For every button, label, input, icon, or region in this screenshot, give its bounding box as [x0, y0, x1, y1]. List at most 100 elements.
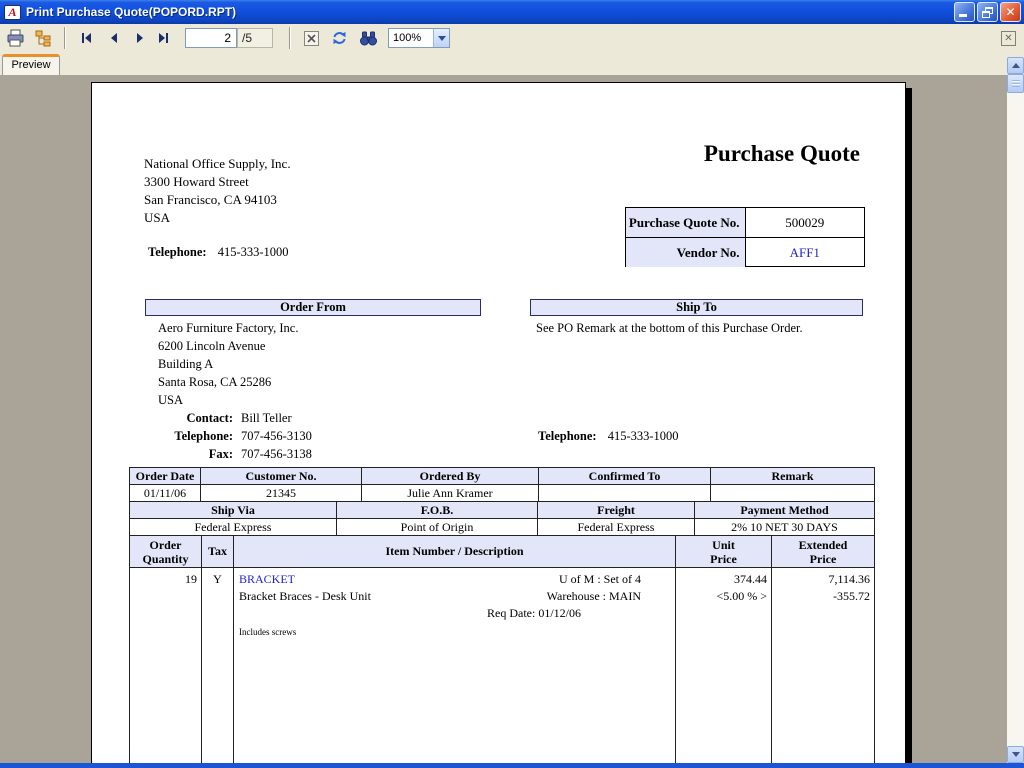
previous-page-button[interactable]	[107, 30, 123, 46]
zoom-combobox[interactable]: 100%	[388, 28, 450, 48]
fob: Point of Origin	[337, 519, 538, 535]
group-tree-icon	[34, 29, 54, 47]
ship-header-row: Ship Via F.O.B. Freight Payment Method	[130, 502, 874, 519]
item-uofm: U of M : Set of 4	[559, 571, 641, 588]
discount-percent: <5.00 % >	[676, 588, 767, 605]
item-comment: Includes screws	[234, 626, 675, 638]
item-extended-price-cell: 7,114.36 -355.72	[772, 568, 874, 763]
app-icon-letter: A	[8, 6, 16, 18]
page-total-label: /5	[237, 28, 273, 48]
close-icon: ✕	[1001, 4, 1020, 21]
toolbar-close-button[interactable]: ✕	[1001, 31, 1016, 46]
restore-button[interactable]	[977, 2, 998, 22]
stop-icon	[304, 31, 319, 46]
quote-number-box: Purchase Quote No. 500029 Vendor No. AFF…	[625, 207, 865, 267]
col-header: Extended Price	[772, 536, 874, 567]
col-header: Confirmed To	[539, 468, 711, 484]
minimize-icon	[959, 14, 967, 17]
previous-page-icon	[107, 30, 123, 46]
order-from-header: Order From	[145, 299, 481, 316]
application-window: A Print Purchase Quote(POPORD.RPT) ✕	[0, 0, 1024, 768]
refresh-button[interactable]	[331, 30, 348, 46]
vendor-phone-row: Telephone:707-456-3130	[92, 427, 522, 445]
report-page: National Office Supply, Inc. 3300 Howard…	[91, 82, 906, 763]
vendor-address: Aero Furniture Factory, Inc. 6200 Lincol…	[158, 319, 298, 409]
extended-price: 7,114.36	[772, 571, 870, 588]
vendor-fax-row: Fax:707-456-3138	[92, 445, 522, 463]
confirmed-to	[539, 485, 711, 501]
col-header: Item Number / Description	[234, 536, 676, 567]
freight: Federal Express	[538, 519, 695, 535]
minimize-button[interactable]	[954, 2, 975, 22]
vertical-scrollbar[interactable]	[1007, 57, 1024, 763]
order-values-row: 01/11/06 21345 Julie Ann Kramer	[130, 485, 874, 502]
vendor-street: 6200 Lincoln Avenue	[158, 337, 298, 355]
contact-row: Contact:Bill Teller	[92, 409, 522, 427]
item-number-link[interactable]: BRACKET	[239, 571, 295, 588]
app-icon: A	[4, 5, 21, 20]
col-header: Order Date	[130, 468, 201, 484]
tab-preview[interactable]: Preview	[2, 54, 60, 75]
scroll-up-button[interactable]	[1007, 57, 1024, 74]
item-warehouse: Warehouse : MAIN	[547, 588, 641, 605]
scroll-down-button[interactable]	[1007, 746, 1024, 763]
last-page-button[interactable]	[155, 30, 171, 46]
toolbar: /5 100%	[0, 24, 1024, 52]
vendor-number-label: Vendor No.	[626, 238, 746, 267]
print-button[interactable]	[6, 29, 26, 47]
phone-label: Telephone:	[538, 429, 597, 443]
col-header: Ordered By	[362, 468, 539, 484]
first-page-icon	[79, 30, 95, 46]
ordered-by: Julie Ann Kramer	[362, 485, 539, 501]
tab-bar: Preview	[0, 52, 1024, 75]
page-number-input[interactable]	[185, 28, 237, 48]
window-bottom-border	[0, 763, 1024, 768]
col-header: Remark	[711, 468, 874, 484]
chevron-down-icon	[1012, 752, 1020, 757]
stop-button[interactable]	[304, 31, 319, 46]
zoom-dropdown-button[interactable]	[433, 29, 449, 47]
vendor-city: Santa Rosa, CA 25286	[158, 373, 298, 391]
payment-method: 2% 10 NET 30 DAYS	[695, 519, 874, 535]
vendor-name: Aero Furniture Factory, Inc.	[158, 319, 298, 337]
company-street: 3300 Howard Street	[144, 173, 291, 191]
item-description-cell: BRACKET U of M : Set of 4 Bracket Braces…	[234, 568, 676, 763]
next-page-button[interactable]	[131, 30, 147, 46]
quote-number-label: Purchase Quote No.	[626, 208, 746, 237]
item-description: Bracket Braces - Desk Unit	[239, 588, 371, 605]
extended-discount: -355.72	[772, 588, 870, 605]
company-phone-row: Telephone: 415-333-1000	[148, 243, 289, 261]
col-header: Unit Price	[676, 536, 772, 567]
vendor-building: Building A	[158, 355, 298, 373]
item-header-row: Order Quantity Tax Item Number / Descrip…	[130, 536, 874, 568]
chevron-up-icon	[1012, 63, 1020, 68]
ship-via: Federal Express	[130, 519, 337, 535]
report-title: Purchase Quote	[704, 141, 860, 167]
col-header: Payment Method	[695, 502, 874, 518]
item-req-date: Req Date: 01/12/06	[234, 605, 675, 622]
item-tax-flag: Y	[202, 568, 234, 763]
col-header: F.O.B.	[337, 502, 538, 518]
close-button[interactable]: ✕	[1000, 2, 1021, 22]
company-phone: 415-333-1000	[218, 245, 289, 259]
contact-label: Contact:	[92, 409, 233, 427]
toolbar-separator	[289, 27, 291, 49]
phone-label: Telephone:	[92, 427, 233, 445]
company-name: National Office Supply, Inc.	[144, 155, 291, 173]
item-line-row: 19 Y BRACKET U of M : Set of 4 Bracket B…	[130, 568, 874, 763]
chevron-down-icon	[438, 36, 446, 41]
ship-values-row: Federal Express Point of Origin Federal …	[130, 519, 874, 536]
preview-area: National Office Supply, Inc. 3300 Howard…	[0, 75, 1024, 763]
toggle-group-tree-button[interactable]	[34, 29, 54, 47]
search-button[interactable]	[359, 31, 378, 46]
last-page-icon	[155, 30, 171, 46]
scrollbar-thumb[interactable]	[1007, 74, 1024, 93]
search-binoculars-icon	[359, 31, 378, 46]
ship-to-header: Ship To	[530, 299, 863, 316]
company-country: USA	[144, 209, 291, 227]
col-header: Ship Via	[130, 502, 337, 518]
ship-to-note: See PO Remark at the bottom of this Purc…	[536, 319, 803, 337]
toolbar-separator	[64, 27, 66, 49]
first-page-button[interactable]	[79, 30, 95, 46]
order-details-table: Order Date Customer No. Ordered By Confi…	[129, 467, 875, 763]
